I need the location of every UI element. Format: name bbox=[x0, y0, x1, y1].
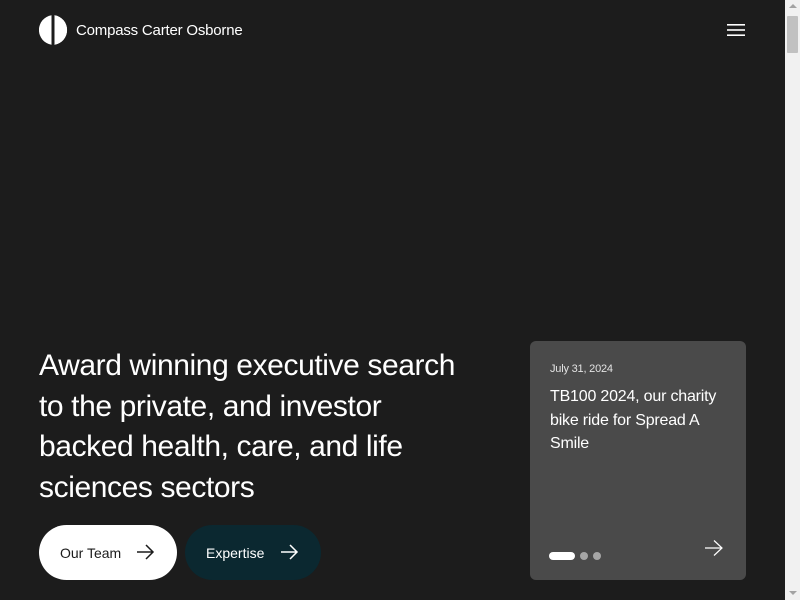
menu-button[interactable] bbox=[724, 20, 748, 40]
hamburger-menu-icon bbox=[727, 24, 745, 36]
page: Compass Carter Osborne Award winning exe… bbox=[0, 0, 785, 600]
scroll-up-arrow-icon[interactable] bbox=[789, 4, 797, 8]
site-header: Compass Carter Osborne bbox=[39, 13, 243, 47]
arrow-right-icon bbox=[137, 544, 155, 560]
our-team-button[interactable]: Our Team bbox=[39, 525, 177, 580]
news-date: July 31, 2024 bbox=[550, 363, 613, 375]
carousel-dot-active[interactable] bbox=[549, 552, 575, 560]
carousel-dot[interactable] bbox=[580, 552, 588, 560]
news-card[interactable]: July 31, 2024 TB100 2024, our charity bi… bbox=[530, 341, 746, 580]
half-circle-logo-icon[interactable] bbox=[39, 13, 69, 47]
expertise-button-label: Expertise bbox=[206, 544, 265, 561]
arrow-right-icon bbox=[281, 544, 299, 560]
expertise-button[interactable]: Expertise bbox=[185, 525, 321, 580]
arrow-right-icon[interactable] bbox=[704, 539, 724, 557]
carousel-dot[interactable] bbox=[593, 552, 601, 560]
our-team-button-label: Our Team bbox=[60, 544, 122, 561]
brand-name[interactable]: Compass Carter Osborne bbox=[76, 22, 243, 39]
vertical-scrollbar[interactable] bbox=[785, 0, 800, 600]
carousel-dots bbox=[549, 552, 606, 560]
hero-headline: Award winning executive search to the pr… bbox=[39, 349, 456, 504]
scrollbar-thumb[interactable] bbox=[787, 16, 798, 53]
scroll-down-arrow-icon[interactable] bbox=[789, 591, 797, 595]
news-title[interactable]: TB100 2024, our charity bike ride for Sp… bbox=[550, 385, 730, 456]
